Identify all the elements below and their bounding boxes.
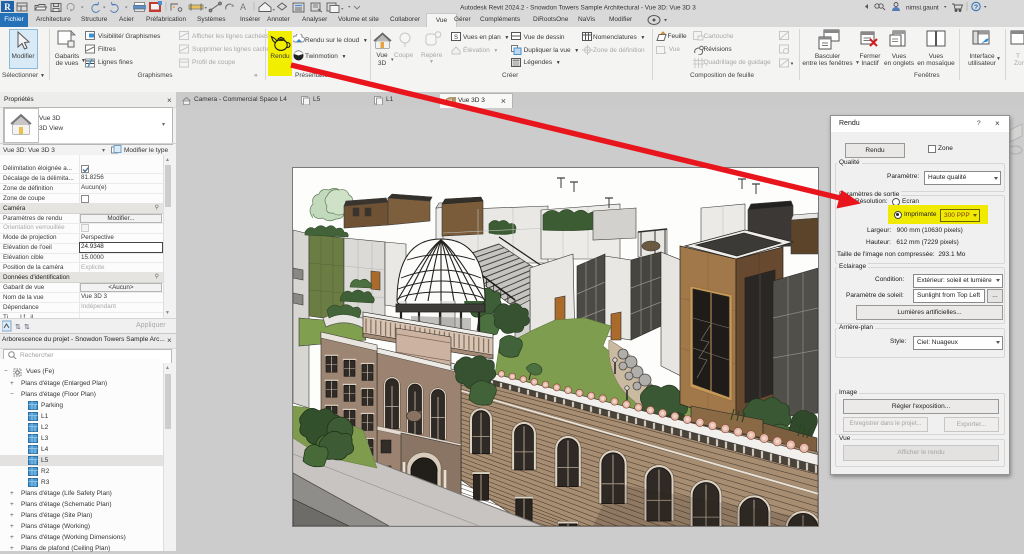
svg-text:R: R: [4, 2, 11, 12]
svg-text:⇅: ⇅: [15, 324, 21, 331]
svg-text:⇅: ⇅: [24, 324, 30, 331]
svg-text:A: A: [240, 2, 246, 12]
svg-text:Autodesk Revit 2024.2 - Snowdo: Autodesk Revit 2024.2 - Snowdon Towers S…: [460, 5, 696, 12]
svg-text:nimsi.gaunt: nimsi.gaunt: [906, 5, 939, 12]
svg-text:S: S: [454, 35, 458, 41]
svg-text:?: ?: [974, 4, 978, 11]
